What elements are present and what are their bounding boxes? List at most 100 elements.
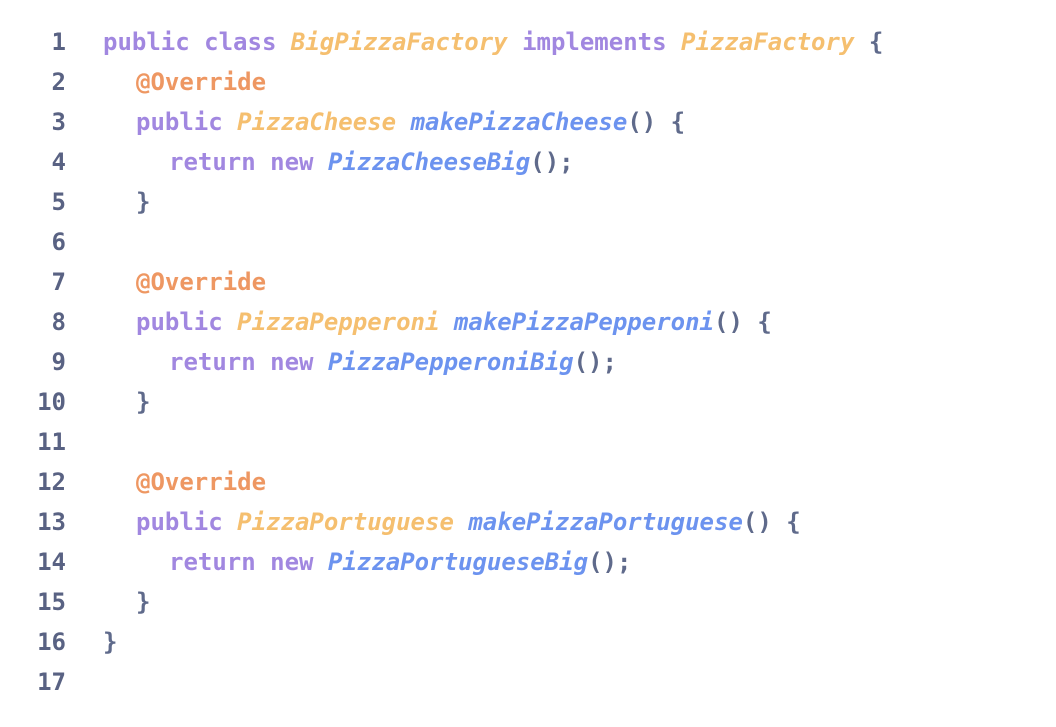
function-token: makePizzaPepperoni <box>453 308 714 336</box>
code-text: public PizzaPepperoni makePizzaPepperoni… <box>103 302 772 342</box>
line-number: 8 <box>51 308 66 336</box>
keyword-token: return <box>169 348 256 376</box>
punctuation-token: } <box>103 628 118 656</box>
annotation-token: @Override <box>136 68 267 96</box>
keyword-token: return <box>169 148 256 176</box>
code-editor[interactable]: 1 public class BigPizzaFactory implements… <box>0 22 1056 702</box>
keyword-token: public <box>136 508 223 536</box>
punctuation-token: (); <box>588 548 632 576</box>
keyword-token: new <box>270 148 314 176</box>
keyword-token: new <box>270 348 314 376</box>
type-token: PizzaPortuguese <box>237 508 454 536</box>
line-number: 10 <box>37 388 66 416</box>
punctuation-token: } <box>136 588 151 616</box>
line-number: 15 <box>37 588 66 616</box>
line-number: 17 <box>37 668 66 696</box>
line-number: 11 <box>37 428 66 456</box>
code-text: } <box>103 622 117 662</box>
code-text: return new PizzaPortugueseBig(); <box>103 542 631 582</box>
punctuation-token: () { <box>627 108 686 136</box>
code-lines: 1 public class BigPizzaFactory implements… <box>0 22 1056 702</box>
keyword-token: new <box>270 548 314 576</box>
code-text: } <box>103 382 150 422</box>
code-line[interactable]: 12 @Override <box>0 462 1056 502</box>
punctuation-token: (); <box>573 348 617 376</box>
function-token: PizzaPepperoniBig <box>327 348 574 376</box>
line-number: 1 <box>51 28 66 56</box>
code-line[interactable]: 6 <box>0 222 1056 262</box>
code-line[interactable]: 14 return new PizzaPortugueseBig(); <box>0 542 1056 582</box>
keyword-token: class <box>204 28 277 56</box>
function-token: PizzaPortugueseBig <box>327 548 589 576</box>
code-line[interactable]: 2 @Override <box>0 62 1056 102</box>
punctuation-token: (); <box>530 148 574 176</box>
code-line[interactable]: 17 <box>0 662 1056 702</box>
code-line[interactable]: 15} <box>0 582 1056 622</box>
code-line[interactable]: 1 public class BigPizzaFactory implements… <box>0 22 1056 62</box>
code-line[interactable]: 11 <box>0 422 1056 462</box>
code-line[interactable]: 5} <box>0 182 1056 222</box>
code-text: return new PizzaPepperoniBig(); <box>103 342 617 382</box>
code-text: public PizzaCheese makePizzaCheese() { <box>103 102 685 142</box>
keyword-token: public <box>136 308 223 336</box>
code-line[interactable]: 10} <box>0 382 1056 422</box>
type-token: PizzaCheese <box>237 108 397 136</box>
line-number: 4 <box>51 148 66 176</box>
line-number: 16 <box>37 628 66 656</box>
type-token: PizzaPepperoni <box>237 308 440 336</box>
code-line[interactable]: 16} <box>0 622 1056 662</box>
code-text: public PizzaPortuguese makePizzaPortugue… <box>103 502 801 542</box>
line-number: 2 <box>51 68 66 96</box>
punctuation-token: { <box>868 28 884 56</box>
code-line[interactable]: 7 @Override <box>0 262 1056 302</box>
line-number: 13 <box>37 508 66 536</box>
punctuation-token: } <box>136 388 151 416</box>
line-number: 14 <box>37 548 66 576</box>
function-token: makePizzaCheese <box>410 108 628 136</box>
keyword-token: public <box>136 108 223 136</box>
type-token: BigPizzaFactory <box>290 28 508 56</box>
keyword-token: public <box>103 28 190 56</box>
function-token: makePizzaPortuguese <box>468 508 743 536</box>
code-text: } <box>103 182 150 222</box>
code-text: @Override <box>103 62 266 102</box>
punctuation-token: } <box>136 188 151 216</box>
code-text: @Override <box>103 462 266 502</box>
line-number: 9 <box>51 348 66 376</box>
function-token: PizzaCheeseBig <box>327 148 531 176</box>
code-text: return new PizzaCheeseBig(); <box>103 142 574 182</box>
punctuation-token: () { <box>742 508 801 536</box>
code-line[interactable]: 3 public PizzaCheese makePizzaCheese() { <box>0 102 1056 142</box>
annotation-token: @Override <box>136 268 267 296</box>
line-number: 6 <box>51 228 66 256</box>
code-line[interactable]: 9 return new PizzaPepperoniBig(); <box>0 342 1056 382</box>
line-number: 12 <box>37 468 66 496</box>
line-number: 7 <box>51 268 66 296</box>
line-number: 3 <box>51 108 66 136</box>
punctuation-token: () { <box>714 308 772 336</box>
code-line[interactable]: 4 return new PizzaCheeseBig(); <box>0 142 1056 182</box>
code-line[interactable]: 8 public PizzaPepperoni makePizzaPepperon… <box>0 302 1056 342</box>
keyword-token: implements <box>522 28 667 56</box>
code-line[interactable]: 13 public PizzaPortuguese makePizzaPortug… <box>0 502 1056 542</box>
code-text: @Override <box>103 262 266 302</box>
keyword-token: return <box>169 548 256 576</box>
annotation-token: @Override <box>136 468 267 496</box>
